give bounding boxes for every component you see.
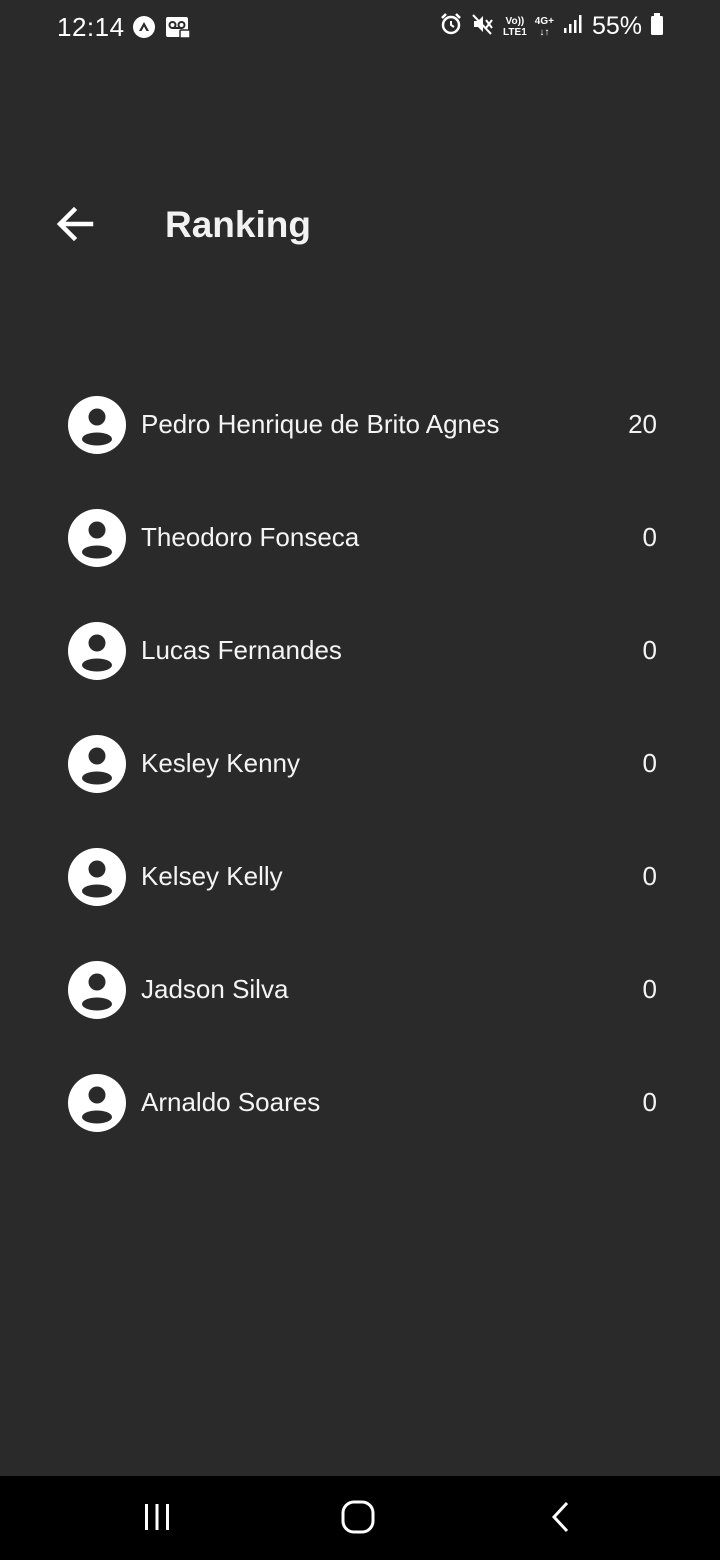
recent-apps-button[interactable] xyxy=(127,1494,187,1544)
network-type-text: 4G+ xyxy=(534,15,554,27)
avatar-icon xyxy=(68,622,126,680)
ranking-row[interactable]: Kelsey Kelly 0 xyxy=(0,821,720,934)
status-time: 12:14 xyxy=(57,12,125,42)
avatar-icon xyxy=(68,509,126,567)
volte-indicator: Vo)) LTE1 xyxy=(503,16,527,38)
volte-bottom-text: LTE1 xyxy=(503,26,527,38)
avatar-icon xyxy=(68,396,126,454)
ranking-screen: 12:14 Vo)) LTE1 4G+ ↓↑ 55% Ranking Pedro… xyxy=(0,0,720,1560)
system-back-button[interactable] xyxy=(530,1494,590,1544)
alarm-icon xyxy=(439,12,463,41)
system-nav-bar xyxy=(0,1476,720,1560)
ranking-row[interactable]: Jadson Silva 0 xyxy=(0,934,720,1047)
player-score: 0 xyxy=(642,522,657,552)
volte-top-text: Vo)) xyxy=(505,15,525,27)
page-title: Ranking xyxy=(165,204,311,245)
avatar-icon xyxy=(68,735,126,793)
home-button[interactable] xyxy=(328,1494,388,1544)
player-name: Lucas Fernandes xyxy=(141,635,342,665)
avatar-icon xyxy=(68,848,126,906)
player-score: 0 xyxy=(642,974,657,1004)
battery-percent: 55% xyxy=(591,12,642,40)
player-score: 0 xyxy=(642,748,657,778)
app-bar: Ranking xyxy=(0,190,720,262)
player-score: 0 xyxy=(642,1087,657,1117)
ranking-row[interactable]: Lucas Fernandes 0 xyxy=(0,595,720,708)
chevron-left-icon xyxy=(547,1500,573,1539)
ranking-row[interactable]: Arnaldo Soares 0 xyxy=(0,1047,720,1160)
avatar-icon xyxy=(68,961,126,1019)
mute-icon xyxy=(471,12,495,41)
network-indicator: 4G+ ↓↑ xyxy=(535,16,554,38)
ranking-row[interactable]: Kesley Kenny 0 xyxy=(0,708,720,821)
home-icon xyxy=(340,1499,376,1540)
arrow-left-icon xyxy=(55,206,95,247)
recent-apps-icon xyxy=(141,1501,173,1538)
player-name: Pedro Henrique de Brito Agnes xyxy=(141,409,500,439)
voicemail-icon xyxy=(165,15,191,44)
navigation-icon xyxy=(132,15,156,44)
player-name: Kesley Kenny xyxy=(141,748,300,778)
network-arrows-text: ↓↑ xyxy=(539,26,550,38)
ranking-list: Pedro Henrique de Brito Agnes 20 Theodor… xyxy=(0,369,720,1160)
player-score: 0 xyxy=(642,861,657,891)
player-name: Kelsey Kelly xyxy=(141,861,283,891)
ranking-row[interactable]: Pedro Henrique de Brito Agnes 20 xyxy=(0,369,720,482)
player-name: Theodoro Fonseca xyxy=(141,522,360,552)
player-score: 0 xyxy=(642,635,657,665)
status-bar: 12:14 Vo)) LTE1 4G+ ↓↑ 55% xyxy=(0,0,720,58)
battery-icon xyxy=(650,12,664,41)
ranking-row[interactable]: Theodoro Fonseca 0 xyxy=(0,482,720,595)
player-score: 20 xyxy=(628,409,657,439)
signal-icon xyxy=(562,13,584,40)
avatar-icon xyxy=(68,1074,126,1132)
player-name: Arnaldo Soares xyxy=(141,1087,321,1117)
back-button[interactable] xyxy=(50,202,100,250)
player-name: Jadson Silva xyxy=(141,974,289,1004)
